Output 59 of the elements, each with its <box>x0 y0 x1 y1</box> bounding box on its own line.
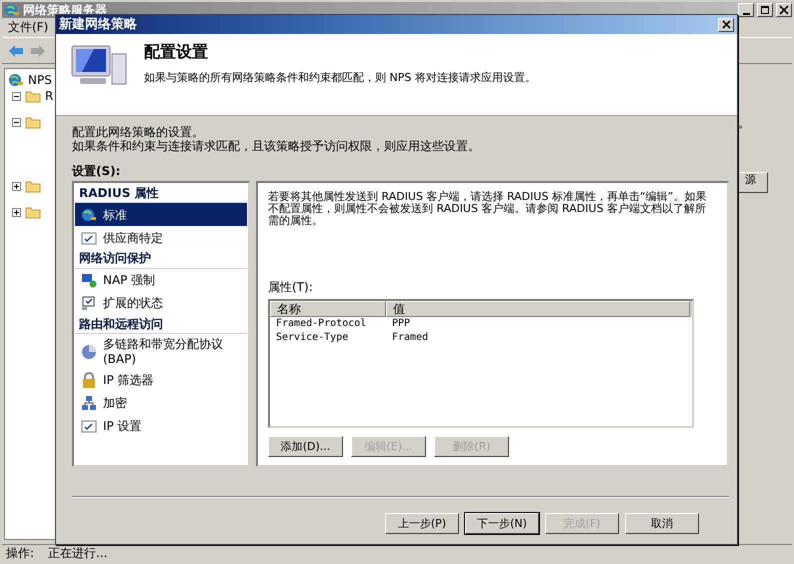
settings-item[interactable]: 标准 <box>75 203 247 226</box>
close-icon <box>779 5 789 15</box>
section-header: 路由和远程访问 <box>75 314 247 334</box>
network-icon <box>81 395 97 412</box>
minimize-button[interactable] <box>738 3 754 17</box>
close-icon <box>722 20 730 30</box>
dialog-title: 新建网络策略 <box>59 16 137 32</box>
minimize-icon <box>742 12 750 14</box>
description-text: 若要将其他属性发送到 RADIUS 客户端，请选择 RADIUS 标准属性，再单击“编辑”。如果不配置属性，则属性不会被发送到 RADIUS 客户端。请参阅 RADIUS 客户端文档以了解所需的属性。 <box>268 190 708 228</box>
checklist-icon <box>81 230 97 246</box>
table-cell-text: Service-Type <box>276 332 350 344</box>
table-cell: Framed <box>392 332 428 344</box>
column-header[interactable]: 名称 <box>270 300 386 317</box>
attributes-label: 属性(T): <box>268 280 314 295</box>
wizard-button[interactable]: 取消 <box>625 512 699 534</box>
disc-icon <box>81 344 97 360</box>
globe-icon <box>81 206 97 223</box>
expand-icon[interactable] <box>12 208 21 216</box>
tree-item[interactable]: R <box>45 88 54 104</box>
settings-item[interactable]: IP 筛选器 <box>75 368 247 392</box>
intro-text: 如果条件和约束与连接请求匹配，且该策略授予访问权限，则应用这些设置。 <box>72 140 481 154</box>
header-title: 配置设置 <box>144 42 209 62</box>
collapse-icon[interactable] <box>12 118 21 126</box>
globe-icon <box>8 72 24 88</box>
settings-item[interactable]: 加密 <box>75 392 247 415</box>
close-button[interactable] <box>718 18 734 32</box>
tree-item[interactable]: NPS <box>28 72 52 88</box>
left-arrow-icon <box>8 42 24 58</box>
intro-text: 配置此网络策略的设置。 <box>72 126 205 140</box>
settings-item[interactable]: 供应商特定 <box>75 226 247 250</box>
menu-item[interactable]: 文件(F) <box>8 20 48 35</box>
maximize-icon <box>760 5 770 15</box>
pane-text: 。 <box>738 116 751 130</box>
status-label: 操作: <box>6 546 34 561</box>
monitor-icon <box>81 295 97 312</box>
settings-label: 设置(S): <box>72 164 122 178</box>
globe-icon <box>4 2 20 18</box>
collapse-icon[interactable] <box>12 92 21 100</box>
settings-item[interactable]: IP 设置 <box>75 414 247 438</box>
table-button[interactable]: 添加(D)... <box>268 436 343 457</box>
column-header[interactable]: 源 <box>738 172 768 194</box>
computer-icon <box>81 272 97 288</box>
settings-item[interactable]: NAP 强制 <box>75 268 247 292</box>
right-arrow-icon <box>30 42 46 58</box>
maximize-button[interactable] <box>757 3 773 17</box>
table-cell-text: Framed-Protocol <box>276 318 368 330</box>
wizard-button[interactable]: 上一步(P) <box>385 512 459 534</box>
table-cell: PPP <box>392 318 410 330</box>
section-header: 网络访问保护 <box>75 249 247 269</box>
wizard-button[interactable]: 下一步(N) <box>465 512 539 534</box>
settings-item[interactable]: 多链路和带宽分配协议(BAP) <box>75 334 247 369</box>
status-text: 正在进行... <box>48 546 108 561</box>
lock-icon <box>81 372 97 388</box>
column-header[interactable]: 值 <box>386 300 690 317</box>
header-description: 如果与策略的所有网络策略条件和约束都匹配，则 NPS 将对连接请求应用设置。 <box>144 71 536 84</box>
checklist-icon <box>81 418 97 434</box>
close-button[interactable] <box>776 3 792 17</box>
settings-item[interactable]: 扩展的状态 <box>75 292 247 315</box>
expand-icon[interactable] <box>12 182 21 190</box>
